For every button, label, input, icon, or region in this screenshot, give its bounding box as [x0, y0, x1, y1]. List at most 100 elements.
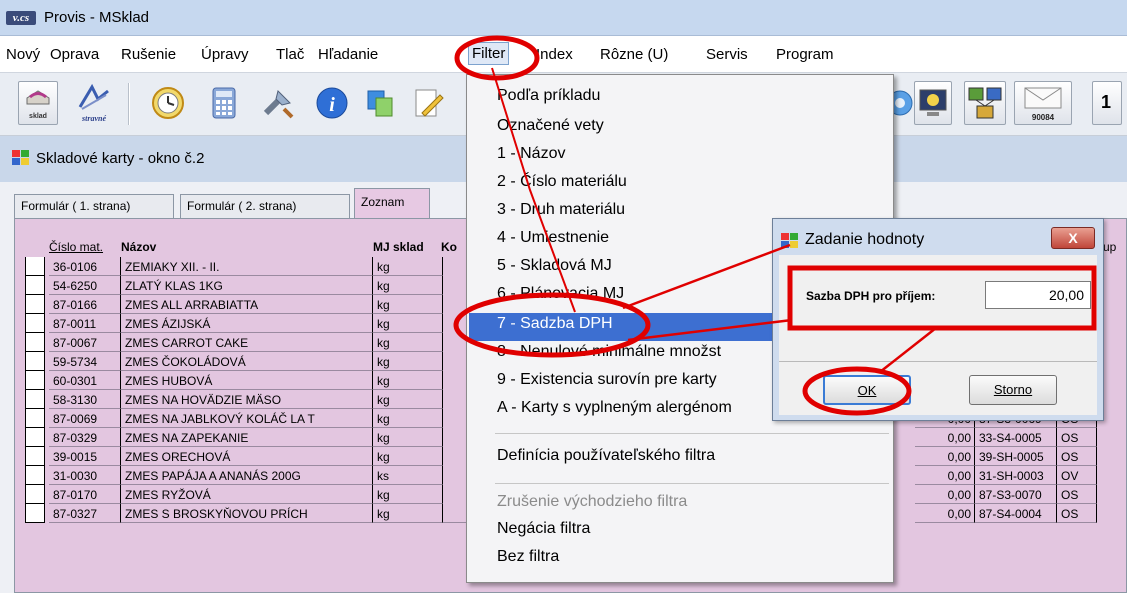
menu-servis[interactable]: Servis: [706, 46, 748, 63]
title-bar: v.cs Provis - MSklad: [0, 0, 1127, 36]
stravne-button[interactable]: stravné: [74, 81, 114, 125]
dialog-divider: [779, 361, 1097, 362]
menu-item-filter-4[interactable]: 2 - Číslo materiálu: [497, 173, 627, 191]
menu-filter[interactable]: Filter: [468, 42, 510, 65]
cell-name: ZMES NA HOVÄDZIE MÄSO: [121, 390, 373, 409]
menu-item-filter-6[interactable]: 4 - Umiestnenie: [497, 229, 609, 247]
clock-icon[interactable]: [150, 85, 186, 121]
cell-name: ZMES NA JABLKOVÝ KOLÁČ LA T: [121, 409, 373, 428]
row-selector[interactable]: [25, 371, 45, 390]
cell-amount: 0,00: [915, 428, 975, 447]
cell-amount: 0,00: [915, 466, 975, 485]
cell-type: OS: [1057, 485, 1097, 504]
cell-name: ZMES S BROSKYŇOVOU PRÍCH: [121, 504, 373, 523]
menu-item-cancel-default-filter[interactable]: Zrušenie východzieho filtra: [497, 493, 687, 511]
row-selector[interactable]: [25, 333, 45, 352]
tab-formular-2[interactable]: Formulár ( 2. strana): [180, 194, 350, 218]
row-selector[interactable]: [25, 466, 45, 485]
menu-item-filter-2[interactable]: Označené vety: [497, 117, 604, 135]
menu-rozne[interactable]: Rôzne (U): [600, 46, 668, 63]
mail-icon: 90084: [1024, 87, 1062, 122]
row-selector[interactable]: [25, 485, 45, 504]
tools-icon[interactable]: [260, 85, 296, 121]
cell-type: OS: [1057, 504, 1097, 523]
cell-name: ZMES ORECHOVÁ: [121, 447, 373, 466]
menu-item-filter-11[interactable]: 9 - Existencia surovín pre karty: [497, 371, 717, 389]
row-selector[interactable]: [25, 409, 45, 428]
menu-item-negation[interactable]: Negácia filtra: [497, 520, 590, 538]
monitor-icon: [919, 89, 947, 116]
svg-text:stravné: stravné: [81, 114, 106, 123]
cell-location: 31-SH-0003: [975, 466, 1057, 485]
cell-code: 87-0329: [49, 428, 121, 447]
menu-bar: Nový Oprava Rušenie Úpravy Tlač Hľadanie…: [0, 36, 1127, 72]
calculator-icon[interactable]: [206, 85, 242, 121]
storno-button[interactable]: Storno: [969, 375, 1057, 405]
toolbar-separator: [128, 83, 130, 125]
row-selector[interactable]: [25, 447, 45, 466]
menu-index[interactable]: Index: [536, 46, 573, 63]
dialog-body: Sazba DPH pro příjem: 20,00 OK Storno: [779, 255, 1097, 415]
menu-item-filter-1[interactable]: Podľa príkladu: [497, 87, 600, 105]
info-icon[interactable]: i: [314, 85, 350, 121]
menu-oprava[interactable]: Oprava: [50, 46, 99, 63]
menu-item-filter-10[interactable]: 8 - Nenulové minimálne množst: [497, 343, 721, 361]
cell-code: 54-6250: [49, 276, 121, 295]
app-logo: v.cs: [6, 11, 36, 25]
cell-type: OS: [1057, 428, 1097, 447]
menu-item-no-filter[interactable]: Bez filtra: [497, 548, 559, 566]
menu-item-filter-7[interactable]: 5 - Skladová MJ: [497, 257, 612, 275]
menu-hladanie[interactable]: Hľadanie: [318, 46, 378, 63]
row-selector[interactable]: [25, 314, 45, 333]
edit-icon[interactable]: [410, 85, 446, 121]
menu-rusenie[interactable]: Rušenie: [121, 46, 176, 63]
header-mj-sklad[interactable]: MJ sklad: [373, 237, 443, 257]
sklad-icon: sklad: [26, 90, 50, 120]
svg-text:sklad: sklad: [29, 113, 47, 120]
menu-program[interactable]: Program: [776, 46, 834, 63]
header-cislo-mat[interactable]: Číslo mat.: [49, 237, 125, 257]
row-selector[interactable]: [25, 504, 45, 523]
cell-mj: kg: [373, 428, 443, 447]
tab-formular-1[interactable]: Formulár ( 1. strana): [14, 194, 174, 218]
cell-name: ZMES ÁZIJSKÁ: [121, 314, 373, 333]
cell-name: ZMES HUBOVÁ: [121, 371, 373, 390]
network-button[interactable]: [964, 81, 1006, 125]
menu-item-filter-8[interactable]: 6 - Plánovacia MJ: [497, 285, 624, 303]
mail-button[interactable]: 90084: [1014, 81, 1072, 125]
row-selector[interactable]: [25, 276, 45, 295]
header-nazov[interactable]: Názov: [121, 237, 351, 257]
copy-icon[interactable]: [362, 85, 398, 121]
ok-button[interactable]: OK: [823, 375, 911, 405]
cell-name: ZMES NA ZAPEKANIE: [121, 428, 373, 447]
dialog-title: Zadanie hodnoty: [805, 231, 925, 248]
cell-mj: kg: [373, 485, 443, 504]
tab-zoznam[interactable]: Zoznam: [354, 188, 430, 219]
menu-novy[interactable]: Nový: [6, 46, 40, 63]
menu-separator: [495, 483, 889, 484]
toolbar-right-button[interactable]: 1: [1092, 81, 1122, 125]
menu-item-filter-3[interactable]: 1 - Názov: [497, 145, 565, 163]
svg-text:90084: 90084: [1032, 113, 1055, 122]
cell-mj: kg: [373, 257, 443, 276]
row-selector[interactable]: [25, 352, 45, 371]
row-selector[interactable]: [25, 428, 45, 447]
menu-item-filter-9[interactable]: 7 - Sadzba DPH: [497, 315, 613, 333]
dialog-close-button[interactable]: X: [1051, 227, 1095, 249]
row-selector[interactable]: [25, 257, 45, 276]
cell-location: 87-S3-0070: [975, 485, 1057, 504]
cell-name: ZMES PAPÁJA A ANANÁS 200G: [121, 466, 373, 485]
cell-name: ZMES ČOKOLÁDOVÁ: [121, 352, 373, 371]
menu-upravy[interactable]: Úpravy: [201, 46, 249, 63]
cell-location: 33-S4-0005: [975, 428, 1057, 447]
row-selector[interactable]: [25, 390, 45, 409]
row-selector[interactable]: [25, 295, 45, 314]
menu-item-user-filter[interactable]: Definícia používateľského filtra: [497, 447, 715, 465]
menu-item-filter-12[interactable]: A - Karty s vyplneným alergénom: [497, 399, 732, 417]
vat-rate-input[interactable]: 20,00: [985, 281, 1091, 309]
menu-item-filter-5[interactable]: 3 - Druh materiálu: [497, 201, 625, 219]
sklad-button[interactable]: sklad: [18, 81, 58, 125]
menu-tlac[interactable]: Tlač: [276, 46, 304, 63]
inner-window-title: Skladové karty - okno č.2: [36, 150, 205, 167]
monitor-button[interactable]: [914, 81, 952, 125]
